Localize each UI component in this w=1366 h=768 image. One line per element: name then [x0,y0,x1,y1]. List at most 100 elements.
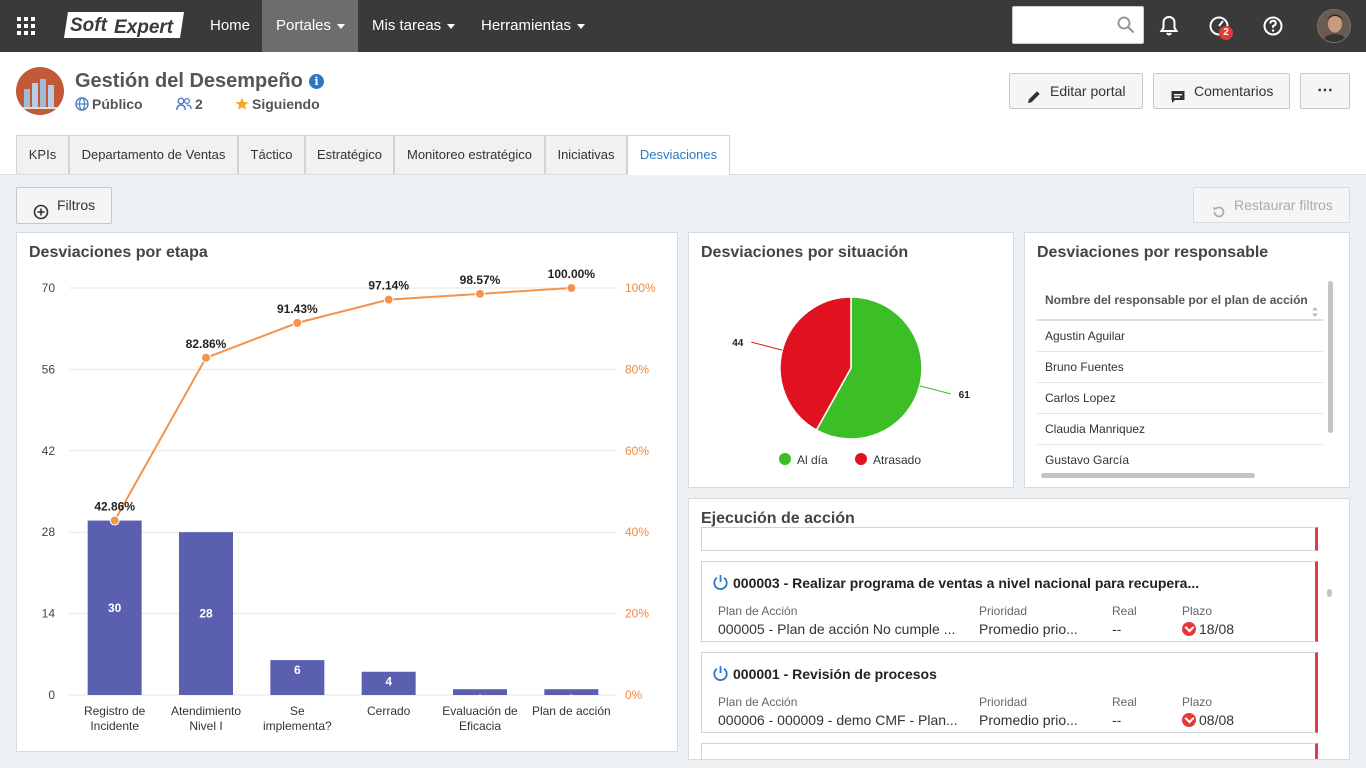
action-card[interactable]: 000001 - Revisión de procesos Plan de Ac… [701,652,1318,733]
cumulative-point [292,317,303,328]
visibility-status[interactable]: Público [75,96,143,114]
pareto-chart: 014284256700%20%40%60%80%100%30 28641 1Reg… [42,267,656,733]
responsable-panel: Desviaciones por responsable Nombre del … [1024,232,1350,488]
star-icon [235,97,249,114]
filters-button[interactable]: Filtros [16,187,112,224]
nav-portales[interactable]: Portales [262,0,358,52]
x-category-label: Registro de Incidente [84,704,146,733]
search-field[interactable] [1012,6,1144,44]
real-value: -- [1112,621,1122,637]
cumulative-label: 100.00% [548,267,596,281]
legend-label: Al día [797,453,828,467]
table-row[interactable]: Bruno Fuentes [1037,352,1323,383]
info-icon[interactable]: i [309,74,324,89]
tab-estrategico[interactable]: Estratégico [305,135,394,174]
legend-swatch [855,453,867,465]
field-label: Plan de Acción [718,604,798,618]
comment-icon [1170,83,1186,117]
responsable-column-header[interactable]: Nombre del responsable por el plan de ac… [1037,279,1323,321]
globe-icon [75,97,89,114]
table-row[interactable]: Gustavo García [1037,445,1323,476]
table-row[interactable]: Agustin Aguilar [1037,321,1323,352]
ejecucion-panel: Ejecución de acción 000003 - Realizar pr… [688,498,1350,760]
action-plan-value: 000006 - 000009 - demo CMF - Plan... [718,712,958,728]
cumulative-label: 42.86% [94,500,135,514]
field-label: Real [1112,604,1137,618]
nav-herramientas[interactable]: Herramientas [467,0,599,52]
legend-label: Atrasado [873,453,921,467]
field-label: Plan de Acción [718,695,798,709]
cumulative-label: 97.14% [368,279,409,293]
y2-tick-label: 100% [625,281,656,295]
pie-chart: 61 44 Al día Atrasado [732,296,971,467]
cumulative-point [383,294,394,305]
cumulative-point [566,283,577,293]
y-tick-label: 70 [42,281,56,295]
search-input[interactable] [1013,7,1113,43]
chevron-down-icon [447,23,456,29]
action-card-title[interactable]: 000003 - Realizar programa de ventas a n… [712,574,1302,594]
top-navigation-bar: Soft Expert Home Portales Mis tareas Her… [0,0,1366,52]
y-tick-label: 42 [42,444,56,458]
bell-icon[interactable] [1157,14,1181,38]
help-icon[interactable] [1261,14,1285,38]
panel-title-responsable: Desviaciones por responsable [1037,244,1269,261]
tab-tactico[interactable]: Táctico [238,135,305,174]
softexpert-logo[interactable]: Soft Expert [62,10,188,40]
more-icon: ⋯ [1317,82,1333,99]
cumulative-label: 82.86% [186,337,227,351]
restore-filters-button[interactable]: Restaurar filtros [1193,187,1350,223]
y2-tick-label: 80% [625,362,649,376]
follow-toggle[interactable]: Siguiendo [235,96,320,114]
members-count[interactable]: 2 [176,96,203,114]
apps-grid-icon[interactable] [14,14,38,38]
situacion-chart-panel: Desviaciones por situación 61 44 Al día Atr… [688,232,1014,488]
horizontal-scrollbar[interactable] [1041,473,1255,478]
field-label: Plazo [1182,604,1213,618]
pie-label-connector [919,385,951,395]
tab-kpis[interactable]: KPIs [16,135,69,174]
tab-monitoreo-estrategico[interactable]: Monitoreo estratégico [394,135,545,174]
y2-tick-label: 60% [625,444,649,458]
user-avatar[interactable] [1317,9,1351,43]
y-tick-label: 0 [48,688,55,702]
table-row[interactable]: Carlos Lopez [1037,383,1323,414]
cumulative-point [109,515,120,526]
notification-badge: 2 [1219,26,1233,40]
edit-portal-button[interactable]: Editar portal [1009,73,1143,109]
field-label: Plazo [1182,695,1213,709]
table-row[interactable]: Claudia Manriquez [1037,414,1323,445]
action-card-partial[interactable] [701,743,1318,759]
x-category-label: Evaluación de Eficacia [442,704,518,733]
bar-value-label: 30 [108,601,122,615]
tab-iniciativas[interactable]: Iniciativas [545,135,627,174]
bar-value-label: 6 [294,663,301,677]
comments-button[interactable]: Comentarios [1153,73,1290,109]
field-label: Real [1112,695,1137,709]
action-card-partial[interactable] [701,527,1318,551]
y2-tick-label: 0% [625,688,643,702]
x-category-label: Se implementa? [263,704,332,733]
tab-departamento-ventas[interactable]: Departamento de Ventas [69,135,238,174]
more-options-button[interactable]: ⋯ [1300,73,1350,109]
action-card-title[interactable]: 000001 - Revisión de procesos [712,665,1302,685]
overdue-icon [1182,622,1196,636]
action-card[interactable]: 000003 - Realizar programa de ventas a n… [701,561,1318,642]
pie-value-label: 61 [959,390,971,401]
nav-home[interactable]: Home [196,0,264,52]
tab-desviaciones[interactable]: Desviaciones [627,135,730,175]
nav-mis-tareas[interactable]: Mis tareas [358,0,469,52]
x-category-label: Atendimiento Nivel I [171,704,241,733]
action-plan-value: 000005 - Plan de acción No cumple ... [718,621,956,637]
pencil-icon [1026,83,1042,117]
chevron-down-icon [337,23,346,29]
y-tick-label: 28 [42,525,56,539]
page-title: Gestión del Desempeño [75,70,303,92]
y-tick-label: 14 [42,607,56,621]
vertical-scrollbar[interactable] [1328,281,1333,433]
search-icon[interactable] [1117,16,1135,39]
real-value: -- [1112,712,1122,728]
svg-text:Soft: Soft [70,15,108,36]
vertical-scrollbar[interactable] [1327,589,1332,597]
field-label: Prioridad [979,604,1028,618]
